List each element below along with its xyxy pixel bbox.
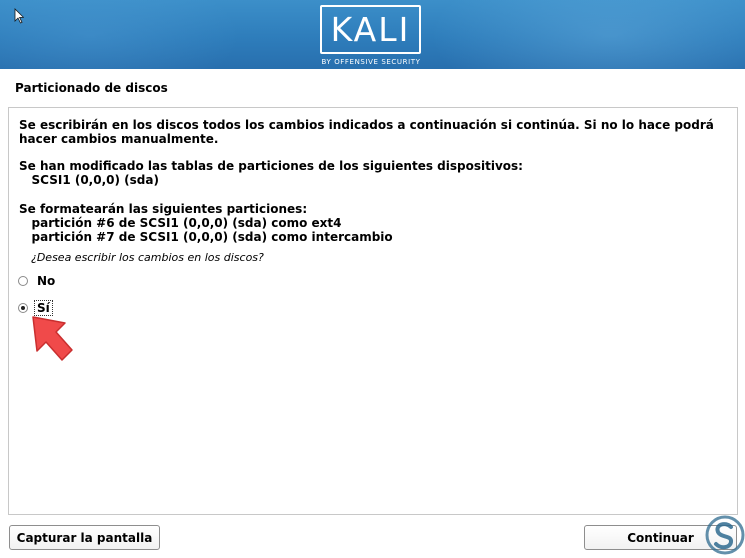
radio-si-selected[interactable] [18, 303, 28, 313]
format-item: partición #7 de SCSI1 (0,0,0) (sda) como… [19, 230, 393, 244]
intro-text-line2: hacer cambios manualmente. [19, 132, 219, 146]
mouse-cursor-icon [14, 8, 24, 24]
question-text: ¿Desea escribir los cambios en los disco… [31, 251, 264, 264]
radio-no[interactable] [18, 276, 28, 286]
kali-header-banner: KALI BY OFFENSIVE SECURITY [0, 0, 745, 69]
kali-logo-subtitle: BY OFFENSIVE SECURITY [321, 58, 421, 66]
option-no-label: No [37, 274, 56, 288]
content-panel: Se escribirán en los discos todos los ca… [8, 107, 738, 515]
kali-logo-text: KALI [330, 10, 411, 49]
intro-text-line1: Se escribirán en los discos todos los ca… [19, 118, 714, 132]
format-item: partición #6 de SCSI1 (0,0,0) (sda) como… [19, 216, 342, 230]
page-title: Particionado de discos [15, 81, 168, 95]
banner-glow [430, 0, 745, 69]
modified-tables-heading: Se han modificado las tablas de particio… [19, 159, 523, 173]
red-arrow-pointer-icon [32, 316, 73, 361]
modified-device: SCSI1 (0,0,0) (sda) [19, 173, 159, 187]
option-no[interactable]: No [18, 273, 57, 289]
kali-logo: KALI [320, 5, 421, 54]
solvetic-logo-icon [705, 515, 745, 555]
banner-glow-left [0, 0, 240, 69]
format-heading: Se formatearán las siguientes particione… [19, 202, 308, 216]
capture-screen-button[interactable]: Capturar la pantalla [9, 525, 160, 550]
